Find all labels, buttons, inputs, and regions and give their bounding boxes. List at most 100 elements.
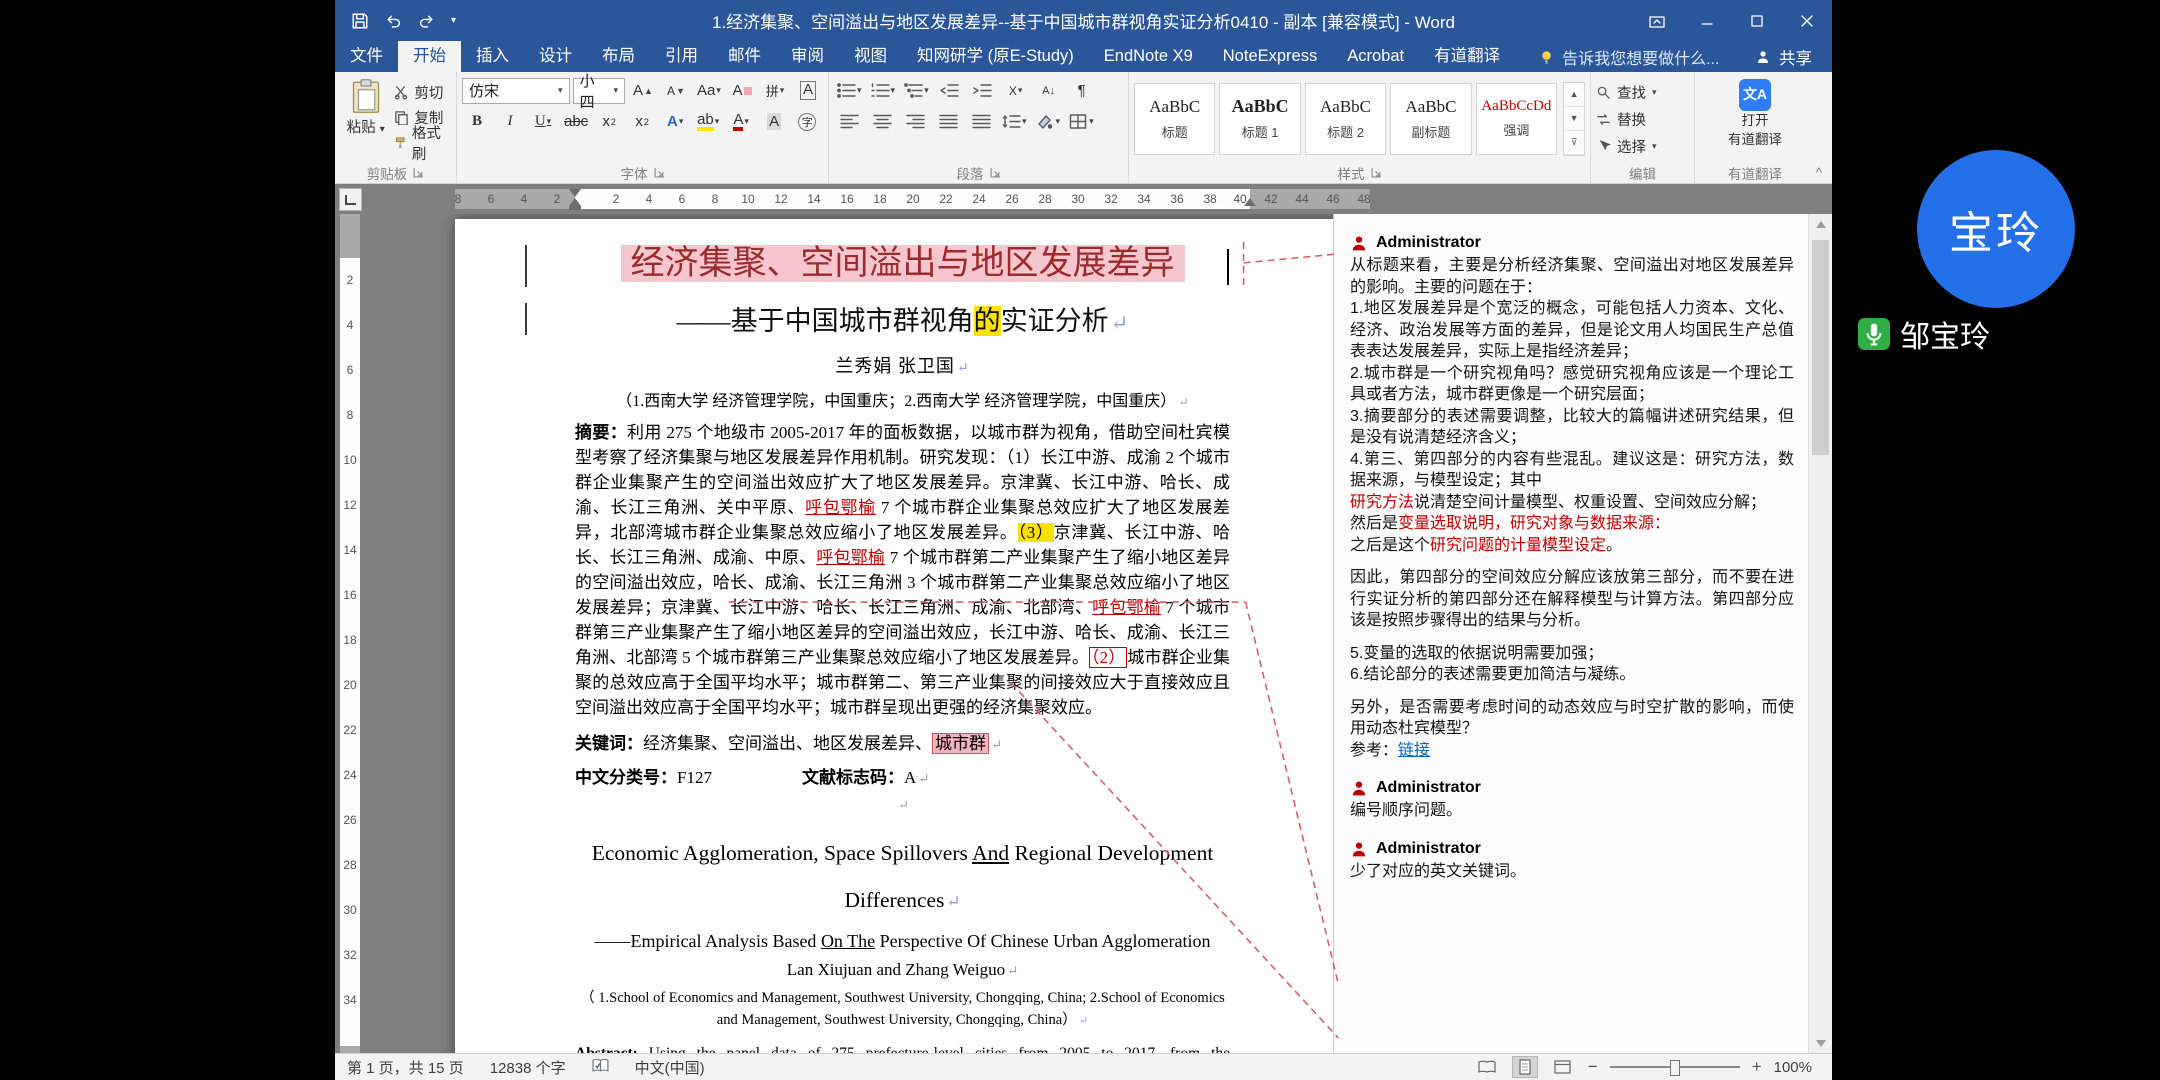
shading-button[interactable]: ▾ bbox=[1033, 109, 1064, 135]
enclose-characters-button[interactable]: 字 bbox=[792, 109, 822, 135]
page-info[interactable]: 第 1 页，共 15 页 bbox=[347, 1057, 464, 1078]
tab-layout[interactable]: 布局 bbox=[587, 41, 650, 72]
replace-button[interactable]: 替换 bbox=[1596, 108, 1689, 132]
tab-endnote[interactable]: EndNote X9 bbox=[1089, 41, 1208, 72]
superscript-button[interactable]: x2 bbox=[627, 109, 657, 135]
sort-button[interactable]: A↓ bbox=[1034, 78, 1064, 104]
tell-me-box[interactable]: 告诉我您想要做什么... bbox=[1539, 41, 1719, 72]
tab-review[interactable]: 审阅 bbox=[776, 41, 839, 72]
underline-button[interactable]: U▾ bbox=[528, 109, 558, 135]
font-color-button[interactable]: A▾ bbox=[726, 109, 756, 135]
language-status[interactable]: 中文(中国) bbox=[635, 1057, 705, 1078]
subscript-button[interactable]: x2 bbox=[594, 109, 624, 135]
zoom-slider-thumb[interactable] bbox=[1670, 1060, 1680, 1076]
web-layout-icon[interactable] bbox=[1550, 1056, 1576, 1078]
save-icon[interactable] bbox=[351, 12, 369, 30]
zoom-in-icon[interactable]: + bbox=[1752, 1057, 1762, 1077]
h-ruler[interactable]: 8642246810121416182022242628303234363840… bbox=[335, 184, 1832, 214]
maximize-icon[interactable] bbox=[1732, 0, 1782, 41]
strikethrough-button[interactable]: abc bbox=[561, 109, 591, 135]
dialog-launcher-icon[interactable] bbox=[1371, 167, 1382, 178]
tab-view[interactable]: 视图 bbox=[839, 41, 902, 72]
read-mode-icon[interactable] bbox=[1474, 1056, 1500, 1078]
document-page[interactable]: 经济集聚、空间溢出与地区发展差异 ——基于中国城市群视角的实证分析↵ 兰秀娟 张… bbox=[455, 219, 1333, 1053]
format-painter-button[interactable]: 格式刷 bbox=[391, 131, 451, 154]
gallery-up-icon[interactable]: ▲ bbox=[1564, 83, 1584, 107]
ribbon-display-options-icon[interactable] bbox=[1632, 0, 1682, 41]
bold-button[interactable]: B bbox=[462, 109, 492, 135]
multilevel-list-button[interactable]: ▾ bbox=[901, 78, 932, 104]
tab-mailings[interactable]: 邮件 bbox=[713, 41, 776, 72]
highlight-color-button[interactable]: ab▾ bbox=[693, 109, 723, 135]
scroll-up-icon[interactable] bbox=[1809, 214, 1832, 234]
tab-cnki[interactable]: 知网研学 (原E-Study) bbox=[902, 41, 1089, 72]
distribute-button[interactable] bbox=[966, 109, 996, 135]
comment-card[interactable]: Administrator 从标题来看，主要是分析经济集聚、空间溢出对地区发展差… bbox=[1350, 234, 1794, 761]
close-icon[interactable] bbox=[1782, 0, 1832, 41]
tab-insert[interactable]: 插入 bbox=[461, 41, 524, 72]
open-youdao-button[interactable]: 文A 打开 有道翻译 bbox=[1709, 75, 1801, 162]
word-count[interactable]: 12838 个字 bbox=[490, 1057, 566, 1078]
first-line-indent-marker[interactable] bbox=[569, 189, 581, 197]
phonetic-guide-button[interactable]: 拼▾ bbox=[760, 78, 790, 104]
tab-youdao[interactable]: 有道翻译 bbox=[1419, 41, 1515, 72]
tab-acrobat[interactable]: Acrobat bbox=[1332, 41, 1419, 72]
tab-home[interactable]: 开始 bbox=[398, 41, 461, 72]
scrollbar-thumb[interactable] bbox=[1812, 240, 1829, 455]
style-card-heading2[interactable]: AaBbC 标题 2 bbox=[1305, 83, 1386, 155]
print-layout-icon[interactable] bbox=[1512, 1056, 1538, 1078]
vertical-scrollbar[interactable] bbox=[1808, 214, 1832, 1053]
gallery-down-icon[interactable]: ▼ bbox=[1564, 107, 1584, 131]
dialog-launcher-icon[interactable] bbox=[413, 167, 424, 178]
proofing-icon[interactable] bbox=[592, 1058, 609, 1077]
clear-formatting-button[interactable]: A bbox=[727, 78, 757, 104]
paste-button[interactable]: 粘贴 ▾ bbox=[340, 75, 391, 162]
line-spacing-button[interactable]: ▾ bbox=[999, 109, 1030, 135]
borders-button[interactable]: ▾ bbox=[1066, 109, 1097, 135]
left-indent-marker[interactable] bbox=[569, 206, 581, 210]
zoom-slider[interactable] bbox=[1610, 1066, 1740, 1068]
tab-noteexpress[interactable]: NoteExpress bbox=[1208, 41, 1332, 72]
dialog-launcher-icon[interactable] bbox=[990, 167, 1001, 178]
style-card-subtitle[interactable]: AaBbC 副标题 bbox=[1390, 83, 1471, 155]
align-center-button[interactable] bbox=[867, 109, 897, 135]
comment-card[interactable]: Administrator 少了对应的英文关键词。 bbox=[1350, 840, 1794, 883]
increase-indent-button[interactable] bbox=[968, 78, 998, 104]
minimize-icon[interactable] bbox=[1682, 0, 1732, 41]
character-shading-button[interactable]: A bbox=[759, 109, 789, 135]
style-card-heading1[interactable]: AaBbC 标题 1 bbox=[1219, 83, 1300, 155]
shrink-font-button[interactable]: A▼ bbox=[661, 78, 691, 104]
decrease-indent-button[interactable] bbox=[935, 78, 965, 104]
redo-icon[interactable] bbox=[418, 13, 435, 28]
zoom-out-icon[interactable]: − bbox=[1588, 1057, 1598, 1077]
asian-layout-button[interactable]: X▾ bbox=[1001, 78, 1031, 104]
qat-customize-icon[interactable]: ▾ bbox=[451, 16, 456, 26]
zoom-level[interactable]: 100% bbox=[1774, 1059, 1812, 1076]
font-name-select[interactable]: 仿宋▾ bbox=[462, 78, 570, 104]
dialog-launcher-icon[interactable] bbox=[654, 167, 665, 178]
v-ruler[interactable]: 246810121416182022242628303234 bbox=[335, 214, 365, 1053]
select-button[interactable]: 选择▾ bbox=[1596, 135, 1689, 159]
align-right-button[interactable] bbox=[900, 109, 930, 135]
show-marks-button[interactable]: ¶ bbox=[1067, 78, 1097, 104]
share-button[interactable]: 共享 bbox=[1755, 41, 1832, 72]
numbering-button[interactable]: ▾ bbox=[868, 78, 899, 104]
tab-references[interactable]: 引用 bbox=[650, 41, 713, 72]
text-effects-button[interactable]: A▾ bbox=[660, 109, 690, 135]
hanging-indent-marker[interactable] bbox=[569, 198, 581, 206]
italic-button[interactable]: I bbox=[495, 109, 525, 135]
align-left-button[interactable] bbox=[834, 109, 864, 135]
comment-card[interactable]: Administrator 编号顺序问题。 bbox=[1350, 779, 1794, 822]
font-size-select[interactable]: 小四▾ bbox=[573, 78, 625, 104]
justify-button[interactable] bbox=[933, 109, 963, 135]
scroll-down-icon[interactable] bbox=[1809, 1033, 1832, 1053]
comments-pane[interactable]: Administrator 从标题来看，主要是分析经济集聚、空间溢出对地区发展差… bbox=[1333, 214, 1808, 1053]
bullets-button[interactable]: ▾ bbox=[834, 78, 865, 104]
tab-design[interactable]: 设计 bbox=[524, 41, 587, 72]
style-card-title[interactable]: AaBbC 标题 bbox=[1134, 83, 1215, 155]
tab-file[interactable]: 文件 bbox=[335, 41, 398, 72]
change-case-button[interactable]: Aa▾ bbox=[694, 78, 724, 104]
tab-selector[interactable] bbox=[339, 188, 362, 211]
grow-font-button[interactable]: A▲ bbox=[628, 78, 658, 104]
character-border-button[interactable]: A bbox=[793, 78, 823, 104]
